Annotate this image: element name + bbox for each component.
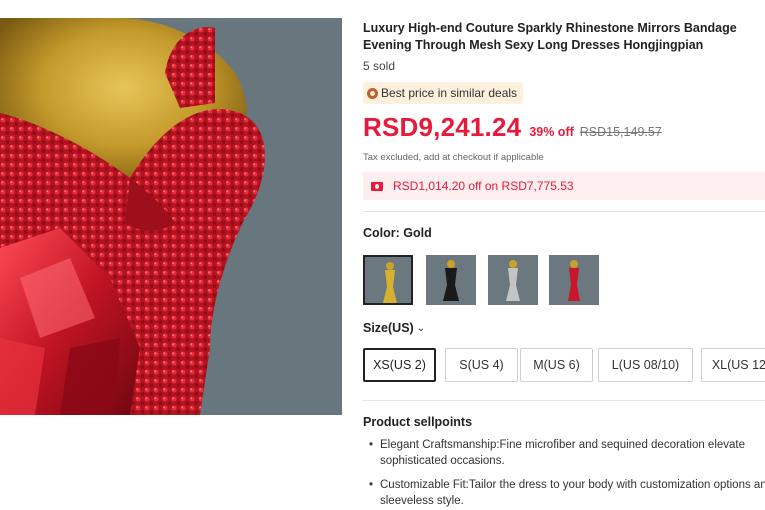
color-label: Color: Gold bbox=[363, 226, 432, 240]
coupon-banner[interactable]: RSD1,014.20 off on RSD7,775.53 bbox=[363, 172, 765, 200]
red-dress-thumbnail bbox=[549, 255, 599, 305]
best-price-icon bbox=[367, 87, 378, 99]
current-price: RSD9,241.24 bbox=[363, 112, 522, 142]
best-price-badge: Best price in similar deals bbox=[363, 82, 524, 104]
size-label-text: Size(US) bbox=[363, 321, 414, 335]
price-row: RSD9,241.24 39% off RSD15,149.57 bbox=[363, 112, 662, 143]
black-dress-thumbnail bbox=[426, 255, 476, 305]
sold-count: 5 sold bbox=[363, 59, 396, 73]
discount-percent: 39% off bbox=[529, 125, 574, 139]
size-option-s[interactable]: S(US 4) bbox=[445, 348, 518, 382]
product-main-image[interactable] bbox=[0, 18, 342, 415]
sellpoints-title: Product sellpoints bbox=[363, 415, 473, 429]
coupon-tag-icon bbox=[371, 181, 383, 191]
original-price: RSD15,149.57 bbox=[579, 125, 662, 139]
size-label[interactable]: Size(US) ⌄ bbox=[363, 321, 425, 335]
color-swatch-gold[interactable] bbox=[363, 255, 413, 305]
coupon-text: RSD1,014.20 off on RSD7,775.53 bbox=[393, 179, 574, 193]
size-option-xl[interactable]: XL(US 12) bbox=[701, 348, 765, 382]
size-option-xs[interactable]: XS(US 2) bbox=[363, 348, 436, 382]
gold-dress-thumbnail bbox=[365, 257, 411, 303]
product-info-panel: Luxury High-end Couture Sparkly Rhinesto… bbox=[363, 0, 765, 510]
size-option-m[interactable]: M(US 6) bbox=[520, 348, 593, 382]
sellpoint-item: Customizable Fit:Tailor the dress to you… bbox=[363, 477, 765, 509]
product-title: Luxury High-end Couture Sparkly Rhinesto… bbox=[363, 21, 737, 52]
chevron-down-icon: ⌄ bbox=[416, 322, 426, 334]
dress-mannequin-image bbox=[0, 18, 342, 415]
tax-note: Tax excluded, add at checkout if applica… bbox=[363, 152, 544, 163]
size-option-l[interactable]: L(US 08/10) bbox=[598, 348, 693, 382]
sellpoints-list: Elegant Craftsmanship:Fine microfiber an… bbox=[363, 437, 765, 510]
best-price-text: Best price in similar deals bbox=[381, 86, 518, 100]
divider bbox=[363, 400, 765, 401]
color-swatch-red[interactable] bbox=[549, 255, 599, 305]
sellpoint-item: Elegant Craftsmanship:Fine microfiber an… bbox=[363, 437, 765, 469]
silver-dress-thumbnail bbox=[488, 255, 538, 305]
divider bbox=[363, 211, 765, 212]
color-swatch-silver[interactable] bbox=[488, 255, 538, 305]
color-swatch-black[interactable] bbox=[426, 255, 476, 305]
